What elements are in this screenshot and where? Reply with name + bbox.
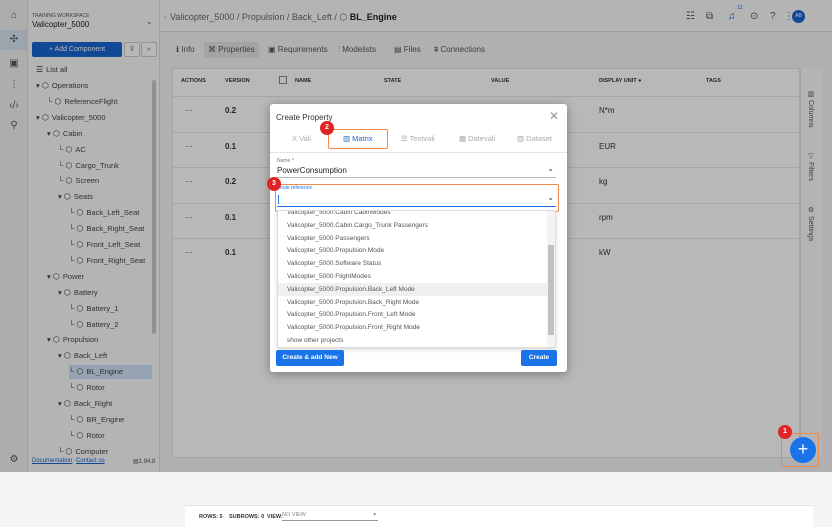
subrows-value: 0 [261, 514, 265, 520]
mode-reference-dropdown: Valicopter_5000.Cabin CabinModes Valicopt… [277, 210, 556, 348]
rows-count: ROWS: 5 [199, 514, 223, 520]
tab-dataset[interactable]: ▥ Dataset [517, 134, 552, 143]
dropdown-option[interactable]: Valicopter_5000.Propulsion.Front_Right M… [278, 321, 548, 334]
tab-datevali[interactable]: ▦ Datevali [459, 134, 495, 143]
dropdown-option[interactable]: Valicopter_5000.Propulsion.Back_Right Mo… [278, 296, 548, 309]
view-value: NO VIEW [282, 512, 306, 518]
scrollbar-thumb[interactable] [548, 245, 554, 335]
table-footer: ROWS: 5 SUBROWS: 0 VIEW: NO VIEW ▾ [185, 505, 813, 527]
subrows-count: SUBROWS: 0 [229, 514, 264, 520]
step-badge-2: 2 [320, 121, 334, 135]
subrows-label: SUBROWS: [229, 514, 260, 520]
highlight-box-2 [328, 129, 388, 149]
step-badge-1: 1 [778, 425, 792, 439]
tab-vali[interactable]: X Vali [292, 134, 311, 143]
dropdown-arrow-icon: ▾ [373, 512, 376, 518]
dropdown-option[interactable]: Valicopter_5000.Software Status [278, 257, 548, 270]
dropdown-option[interactable]: Valicopter_5000.Propulsion.Back_Left Mod… [278, 282, 548, 296]
close-icon[interactable]: ✕ [549, 109, 559, 123]
tab-divider [270, 152, 567, 153]
dropdown-option[interactable]: Valicopter_5000.Cabin.Cargo_Trunk Passen… [278, 219, 548, 232]
rows-value: 5 [219, 514, 223, 520]
create-property-dialog: Create Property ✕ X Vali ▥ Matrix ☰ Text… [267, 104, 567, 372]
tab-textvali[interactable]: ☰ Textvali [401, 134, 435, 143]
dropdown-option[interactable]: Valicopter_5000.Propulsion Mode [278, 244, 548, 257]
view-select[interactable]: NO VIEW ▾ [282, 512, 378, 521]
show-other-projects-option[interactable]: show other projects [278, 334, 548, 347]
dropdown-option[interactable]: Valicopter_5000.Cabin CabinModes [278, 211, 548, 219]
dropdown-scrollbar[interactable] [547, 211, 555, 347]
name-field[interactable]: PowerConsumption ⌄ [277, 164, 556, 178]
name-value: PowerConsumption [277, 166, 347, 175]
create-add-new-button[interactable]: Create & add New [276, 350, 344, 366]
highlight-box-3 [275, 184, 559, 212]
create-button[interactable]: Create [521, 350, 557, 366]
rows-label: ROWS: [199, 514, 218, 520]
view-label: VIEW: [267, 514, 283, 520]
dropdown-option[interactable]: Valicopter_5000.Propulsion.Front_Left Mo… [278, 308, 548, 321]
chevron-down-icon: ⌄ [547, 164, 554, 173]
dropdown-option[interactable]: Valicopter_5000 Passengers [278, 232, 548, 245]
dropdown-option[interactable]: Valicopter_5000 FlightModes [278, 270, 548, 283]
step-badge-3: 3 [267, 177, 281, 191]
